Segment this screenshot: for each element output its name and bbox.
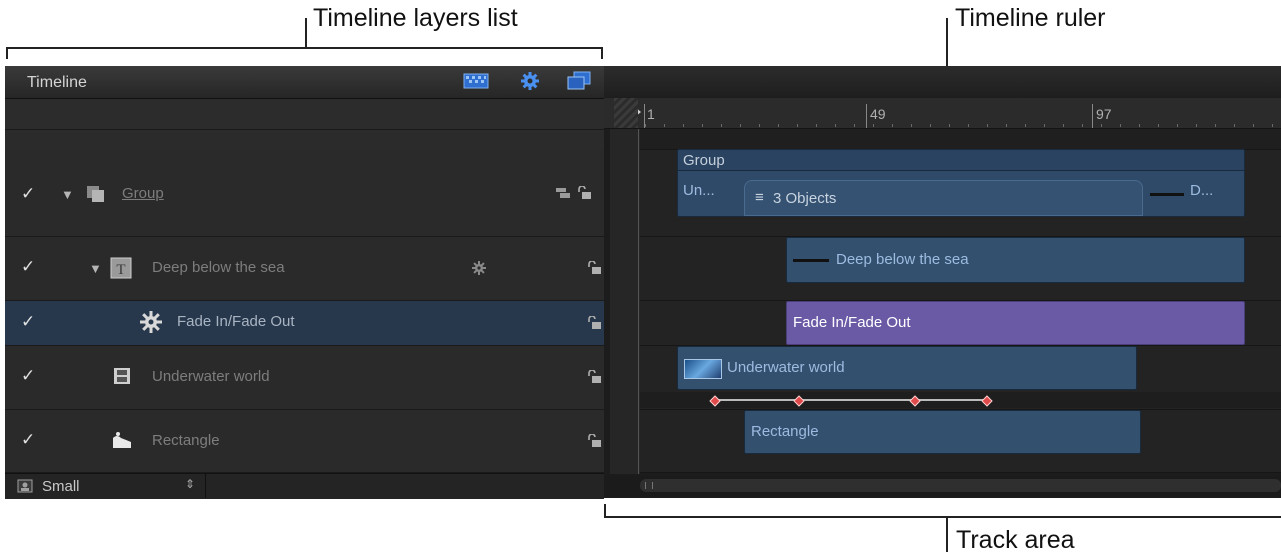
layer-row-group[interactable]: ✓ ▼ Group (5, 150, 604, 237)
deep-below-clip[interactable]: Deep below the sea (786, 237, 1245, 283)
lock-icon[interactable] (586, 260, 602, 275)
group-clip-label: Group (683, 152, 725, 169)
layer-visibility-checkbox[interactable]: ✓ (21, 431, 37, 448)
layer-name: Deep below the sea (152, 259, 285, 276)
layer-row-underwater-world[interactable]: ✓ Underwater world (5, 346, 604, 410)
underwater-clip[interactable]: Underwater world (677, 346, 1137, 390)
layer-row-rectangle[interactable]: ✓ Rectangle (5, 410, 604, 473)
ruler-tick-mark (644, 104, 645, 128)
list-icon: ≡ (755, 189, 764, 206)
behaviors-gear-icon[interactable] (516, 70, 544, 92)
rectangle-clip[interactable]: Rectangle (744, 410, 1141, 454)
group-objects-clip[interactable]: ≡ 3 Objects (744, 180, 1143, 216)
timeline-header (5, 66, 604, 99)
text-line-icon (793, 259, 829, 262)
disclosure-triangle-icon[interactable]: ▼ (61, 187, 74, 202)
callout-timeline-layers-list: Timeline layers list (313, 4, 518, 32)
scroll-grip-icon (645, 482, 653, 489)
track-spacer (640, 129, 1281, 150)
callout-layers-bracket-right (601, 47, 603, 59)
layer-visibility-checkbox[interactable]: ✓ (21, 258, 37, 275)
underwater-clip-label: Underwater world (727, 359, 845, 376)
behavior-gear-icon (471, 260, 487, 281)
callout-layers-bracket (6, 47, 603, 49)
group-icon (85, 184, 107, 209)
layer-name: Fade In/Fade Out (177, 313, 295, 330)
layer-name: Group (122, 185, 164, 202)
lock-icon[interactable] (586, 433, 602, 448)
fade-clip-label: Fade In/Fade Out (793, 314, 911, 331)
callout-track-bracket-left (604, 504, 606, 518)
ruler-tick-label: 97 (1096, 106, 1112, 122)
lock-icon[interactable] (576, 185, 592, 200)
layer-row-fade-in-fade-out[interactable]: ✓ Fade In/Fade Out (5, 301, 604, 346)
layer-name: Underwater world (152, 368, 270, 385)
select-arrows-icon: ⇕ (185, 477, 196, 491)
video-layers-icon[interactable] (462, 70, 490, 92)
layer-visibility-checkbox[interactable]: ✓ (21, 367, 37, 384)
size-select-value: Small (42, 478, 80, 495)
layer-visibility-checkbox[interactable]: ✓ (21, 185, 37, 202)
layers-top-spacer (5, 99, 604, 130)
callout-timeline-ruler: Timeline ruler (955, 4, 1106, 32)
layer-name: Rectangle (152, 432, 220, 449)
film-clip-icon (113, 367, 131, 390)
callout-layers-bracket-left (6, 47, 8, 59)
track-gutter (610, 129, 640, 474)
scrollbar-thumb[interactable] (640, 479, 1281, 492)
group-clip-left-label: Un... (683, 182, 715, 199)
lock-icon[interactable] (586, 315, 602, 330)
video-thumbnail (684, 359, 722, 379)
group-clip-right-label: D... (1190, 182, 1214, 199)
group-clip-header (678, 150, 1244, 171)
layer-stack-icon (556, 186, 572, 205)
ruler-tick-label: 49 (870, 106, 886, 122)
disclosure-triangle-icon[interactable]: ▼ (89, 261, 102, 276)
ruler-tick-mark (1092, 104, 1093, 128)
deep-below-clip-label: Deep below the sea (836, 251, 969, 268)
group-clip[interactable]: Group Un... ≡ 3 Objects D... (677, 149, 1245, 217)
keyframe-diamond-icon[interactable] (709, 394, 721, 412)
lock-icon[interactable] (586, 369, 602, 384)
callout-track-area: Track area (956, 526, 1075, 554)
thumbnail-size-icon (17, 479, 33, 498)
callout-track-stem (946, 516, 948, 552)
callout-track-bracket (604, 516, 1281, 518)
group-objects-label: 3 Objects (773, 190, 837, 207)
rectangle-clip-label: Rectangle (751, 423, 819, 440)
shape-icon (111, 430, 133, 455)
panel-title: Timeline (27, 74, 87, 91)
ruler-minor-ticks (645, 124, 1281, 127)
layer-row-deep-below-the-sea[interactable]: ✓ ▼ T Deep below the sea (5, 237, 604, 301)
callout-layers-stem (305, 18, 307, 48)
ruler-tick-mark (866, 104, 867, 128)
keyframes-layers-icon[interactable] (565, 70, 593, 92)
timeline-top-bar (604, 66, 1281, 98)
text-layer-icon: T (110, 257, 132, 284)
text-line-icon (1150, 193, 1184, 196)
behavior-gear-icon (139, 310, 163, 339)
footer-divider (205, 474, 206, 498)
ruler-tick-label: 1 (647, 106, 655, 122)
svg-text:T: T (116, 262, 125, 278)
keyframe-line (715, 399, 987, 401)
playhead-line (638, 129, 639, 474)
fade-behavior-clip[interactable]: Fade In/Fade Out (786, 301, 1245, 345)
ruler-hatch (614, 98, 638, 128)
layer-visibility-checkbox[interactable]: ✓ (21, 313, 37, 330)
size-select[interactable]: Small ⇕ (40, 476, 202, 496)
